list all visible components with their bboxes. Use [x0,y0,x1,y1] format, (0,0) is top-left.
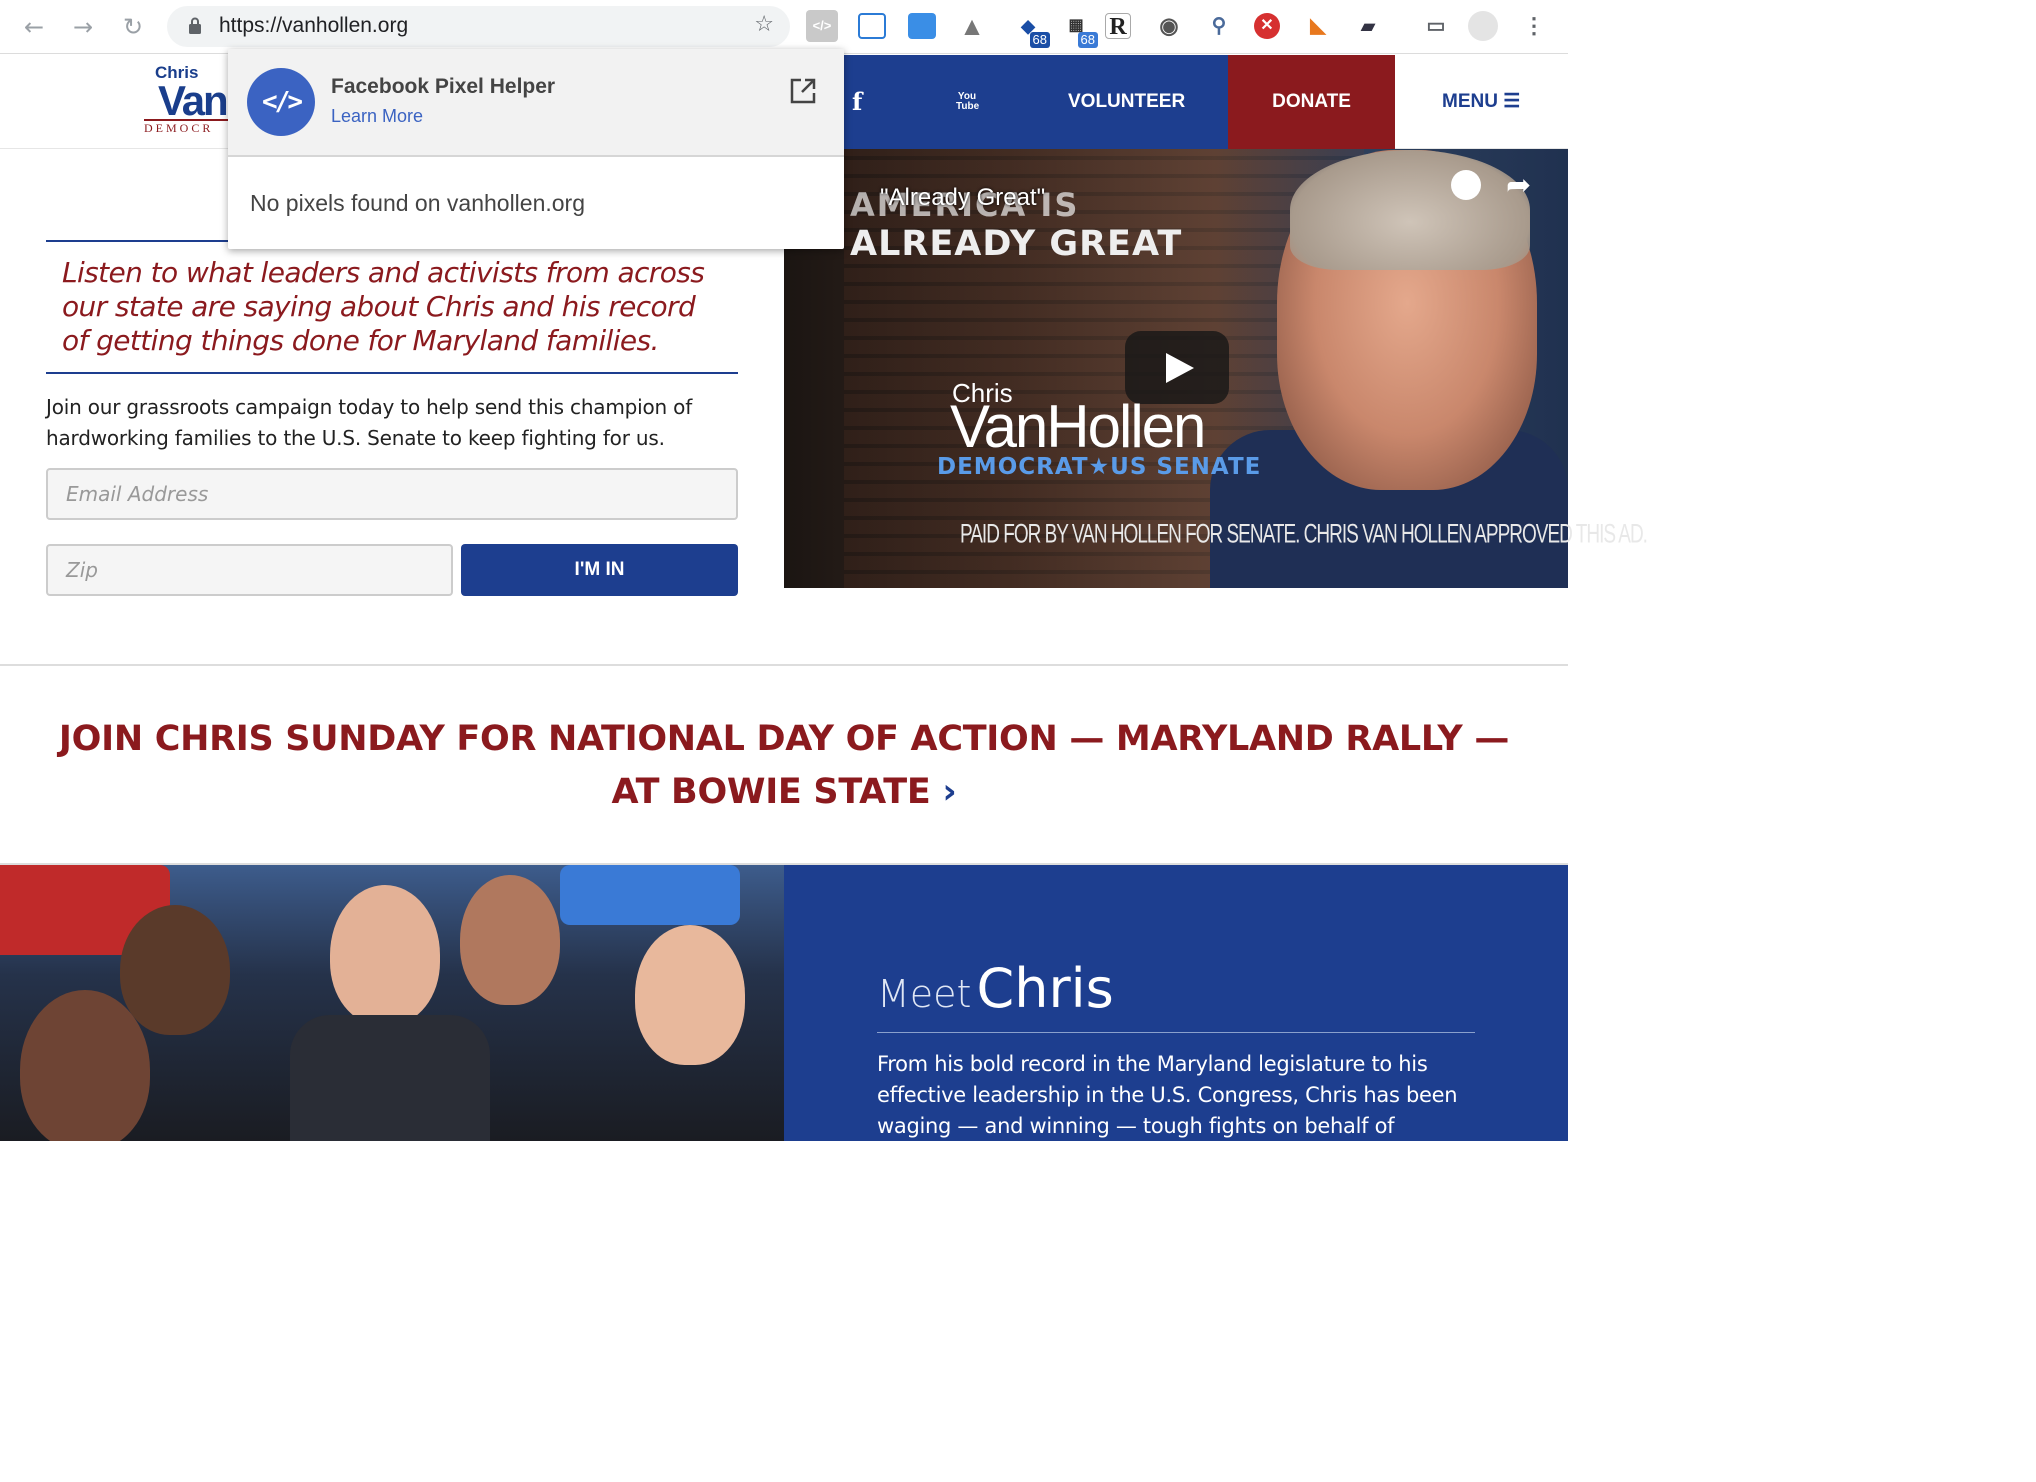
zip-field[interactable]: Zip [46,544,453,596]
screenshot-extension-icon[interactable] [908,13,936,39]
video-brand-sub: DEMOCRAT★US SENATE [937,454,1262,480]
video-disclaimer: PAID FOR BY VAN HOLLEN FOR SENATE. CHRIS… [960,520,1648,550]
photo-person-1 [120,905,230,1035]
meet-chris-section: Meet Chris From his bold record in the M… [784,865,1568,1141]
window-extension-icon[interactable] [858,13,886,39]
video-headline-2: ALREADY GREAT [850,224,1183,264]
quote-box: Listen to what leaders and activists fro… [46,240,738,374]
video-title[interactable]: "Already Great" [880,184,1045,212]
photo-person-3 [330,885,440,1025]
photo-person-2 [20,990,150,1141]
pixel-helper-popup: </> Facebook Pixel Helper Learn More No … [228,49,844,249]
menu-label: MENU [1442,91,1498,112]
watch-later-icon[interactable] [1451,170,1481,200]
code-icon: </> [247,68,315,136]
quote-text: Listen to what leaders and activists fro… [62,256,705,357]
event-banner-link[interactable]: JOIN CHRIS SUNDAY FOR NATIONAL DAY OF AC… [40,713,1528,819]
bookmark-star-icon[interactable]: ☆ [754,12,774,37]
photo-person-5 [635,925,745,1065]
share-icon[interactable]: ➦ [1506,168,1531,203]
facebook-icon[interactable]: f [852,55,862,149]
reload-icon[interactable]: ↻ [116,10,150,44]
intro-text: Join our grassroots campaign today to he… [46,395,693,450]
video-brand-name: VanHollen [950,393,1206,460]
pixel-helper-extension-icon[interactable]: </> [806,10,838,42]
eye-extension-icon[interactable]: ◉ [1153,10,1185,42]
search-extension-icon[interactable]: ⚲ [1203,10,1235,42]
section-divider [0,664,1568,666]
signup-section: Listen to what leaders and activists fro… [46,240,738,454]
lock-icon [189,17,201,34]
metamask-icon[interactable]: ◣ [1302,10,1334,42]
profile-avatar[interactable] [1468,11,1498,41]
forward-icon[interactable]: → [66,10,100,44]
extension-icon-2[interactable]: ▦ 68 [1060,10,1098,48]
hamburger-icon: ☰ [1503,91,1521,112]
popup-message: No pixels found on vanhollen.org [250,190,586,216]
extension-icon-1[interactable]: ◆ 68 [1012,10,1050,48]
im-in-button[interactable]: I'M IN [461,544,738,596]
photo-suit [290,1015,490,1141]
popup-header: </> Facebook Pixel Helper Learn More [228,49,844,157]
cast-icon[interactable]: ▭ [1420,10,1452,42]
url-text[interactable]: https://vanhollen.org [219,14,408,38]
chrome-menu-icon[interactable]: ⋮ [1518,10,1550,42]
youtube-icon[interactable]: You Tube [956,92,979,114]
photo-person-4 [460,875,560,1005]
blocked-extension-icon[interactable]: ✕ [1254,13,1280,39]
video-person-hair [1290,150,1530,270]
email-field[interactable]: Email Address [46,468,738,520]
drive-icon[interactable]: ▲ [956,10,988,42]
back-icon[interactable]: ← [17,10,51,44]
address-bar[interactable]: https://vanhollen.org ☆ [167,6,790,47]
banner-text: JOIN CHRIS SUNDAY FOR NATIONAL DAY OF AC… [58,719,1510,812]
photo-shirt-blue [560,865,740,925]
tag-extension-icon[interactable]: ▰ [1352,10,1384,42]
external-link-icon[interactable] [789,77,817,105]
browser-toolbar: ← → ↻ https://vanhollen.org ☆ </> ▲ ◆ 68 … [0,0,1568,54]
popup-title: Facebook Pixel Helper [331,75,556,98]
menu-button[interactable]: MENU ☰ [1442,55,1520,149]
meet-heading: Meet Chris [877,957,1114,1020]
r-extension-icon[interactable]: R [1105,13,1131,40]
volunteer-link[interactable]: VOLUNTEER [1068,55,1185,149]
meet-divider [877,1032,1475,1033]
meet-body: From his bold record in the Maryland leg… [877,1052,1458,1138]
donate-button[interactable]: DONATE [1228,55,1395,149]
learn-more-link[interactable]: Learn More [331,106,423,127]
chevron-right-icon: › [942,772,957,812]
supporters-photo [0,865,784,1141]
